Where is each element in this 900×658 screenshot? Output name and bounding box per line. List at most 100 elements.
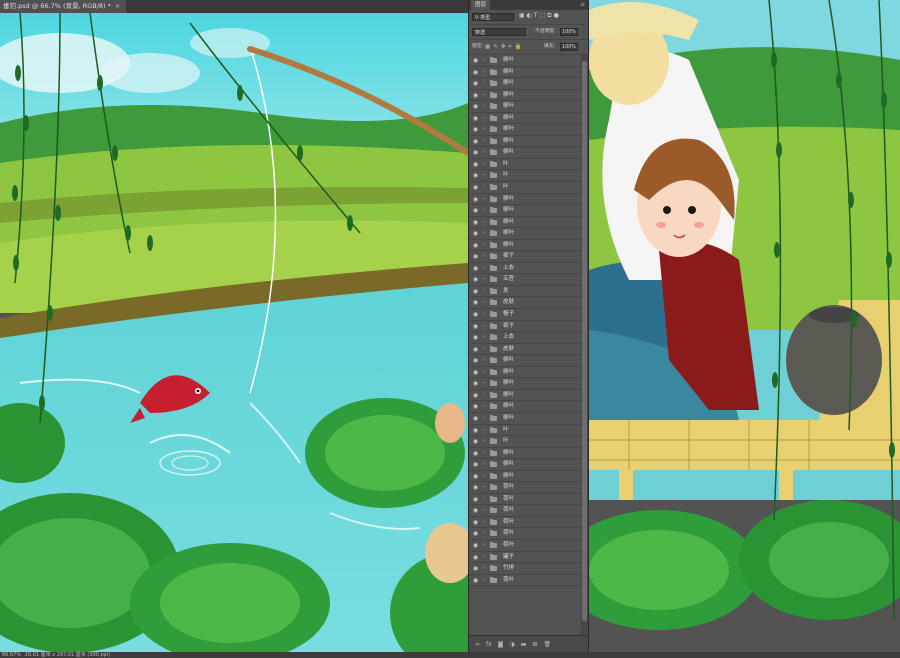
layer-row[interactable]: ◉ › 叶	[469, 170, 581, 183]
eye-icon[interactable]: ◉	[471, 92, 480, 99]
chevron-right-icon[interactable]: ›	[483, 496, 485, 503]
link-layers-icon[interactable]: ∞	[475, 636, 480, 653]
layer-row[interactable]: ◉ › 柳叶	[469, 67, 581, 79]
layer-row[interactable]: ◉ › 叶	[469, 425, 581, 437]
image-filter-icon[interactable]: ▣	[519, 12, 527, 19]
chevron-right-icon[interactable]: ›	[483, 519, 485, 526]
eye-icon[interactable]: ◉	[471, 415, 480, 422]
eye-icon[interactable]: ◉	[471, 288, 480, 295]
opacity-input[interactable]: 100%	[560, 28, 578, 36]
chevron-right-icon[interactable]: ›	[483, 253, 485, 260]
chevron-right-icon[interactable]: ›	[483, 138, 485, 145]
eye-icon[interactable]: ◉	[471, 80, 480, 87]
layers-scroll-thumb[interactable]	[582, 61, 587, 621]
eye-icon[interactable]: ◉	[471, 403, 480, 410]
layer-row[interactable]: ◉ › 柳叶	[469, 78, 581, 90]
chevron-right-icon[interactable]: ›	[483, 323, 485, 330]
new-layer-icon[interactable]: ⊞	[532, 636, 537, 653]
eye-icon[interactable]: ◉	[471, 126, 480, 133]
eye-icon[interactable]: ◉	[471, 346, 480, 353]
eye-icon[interactable]: ◉	[471, 103, 480, 110]
fx-icon[interactable]: fx	[486, 636, 492, 653]
layer-row[interactable]: ◉ › 柳叶	[469, 205, 581, 217]
chevron-right-icon[interactable]: ›	[483, 427, 485, 434]
eye-icon[interactable]: ◉	[471, 242, 480, 249]
chevron-right-icon[interactable]: ›	[483, 577, 485, 584]
eye-icon[interactable]: ◉	[471, 276, 480, 283]
layer-row[interactable]: ◉ › 柳叶	[469, 55, 581, 67]
chevron-right-icon[interactable]: ›	[483, 103, 485, 110]
eye-icon[interactable]: ◉	[471, 138, 480, 145]
eye-icon[interactable]: ◉	[471, 311, 480, 318]
eye-icon[interactable]: ◉	[471, 172, 480, 179]
layer-row[interactable]: ◉ › 荷叶	[469, 540, 581, 552]
layer-row[interactable]: ◉ › 柳叶	[469, 240, 581, 252]
layer-row[interactable]: ◉ › 发	[469, 286, 581, 298]
eye-icon[interactable]: ◉	[471, 57, 480, 64]
blend-mode-select[interactable]: 穿透	[472, 28, 526, 36]
layer-row[interactable]: ◉ › 柳叶	[469, 228, 581, 240]
eye-icon[interactable]: ◉	[471, 484, 480, 491]
layer-row[interactable]: ◉ › 叶	[469, 436, 581, 448]
filter-toggle-icon[interactable]: ●	[554, 12, 561, 19]
lock-paint-icon[interactable]: ✎	[493, 44, 501, 50]
layer-row[interactable]: ◉ › 帽子	[469, 309, 581, 321]
chevron-right-icon[interactable]: ›	[483, 265, 485, 272]
chevron-right-icon[interactable]: ›	[483, 392, 485, 399]
layer-row[interactable]: ◉ › 裤子	[469, 321, 581, 333]
layer-row[interactable]: ◉ › 荷叶	[469, 505, 581, 517]
eye-icon[interactable]: ◉	[471, 577, 480, 584]
eye-icon[interactable]: ◉	[471, 207, 480, 214]
layer-row[interactable]: ◉ › 竹排	[469, 563, 581, 575]
layer-row[interactable]: ◉ › 皮肤	[469, 297, 581, 310]
lock-all-icon[interactable]: 🔒	[515, 44, 525, 50]
chevron-right-icon[interactable]: ›	[483, 357, 485, 364]
layer-row[interactable]: ◉ › 柳叶	[469, 378, 581, 390]
chevron-right-icon[interactable]: ›	[483, 288, 485, 295]
chevron-right-icon[interactable]: ›	[483, 450, 485, 457]
chevron-right-icon[interactable]: ›	[483, 80, 485, 87]
eye-icon[interactable]: ◉	[471, 530, 480, 537]
document-tab[interactable]: 垂钓.psd @ 66.7% (背景, RGB/8) * ×	[0, 0, 127, 13]
layer-row[interactable]: ◉ › 柳叶	[469, 459, 581, 471]
chevron-right-icon[interactable]: ›	[483, 207, 485, 214]
eye-icon[interactable]: ◉	[471, 380, 480, 387]
chevron-right-icon[interactable]: ›	[483, 172, 485, 179]
chevron-right-icon[interactable]: ›	[483, 403, 485, 410]
chevron-right-icon[interactable]: ›	[483, 230, 485, 237]
eye-icon[interactable]: ◉	[471, 369, 480, 376]
delete-layer-icon[interactable]: 🗑	[543, 636, 551, 653]
layer-row[interactable]: ◉ › 柳叶	[469, 448, 581, 460]
layer-row[interactable]: ◉ › 皮肤	[469, 344, 581, 356]
layer-row[interactable]: ◉ › 荷叶	[469, 575, 581, 587]
eye-icon[interactable]: ◉	[471, 219, 480, 226]
chevron-right-icon[interactable]: ›	[483, 484, 485, 491]
eye-icon[interactable]: ◉	[471, 392, 480, 399]
new-group-icon[interactable]: ▬	[521, 636, 527, 653]
eye-icon[interactable]: ◉	[471, 253, 480, 260]
lock-transparent-icon[interactable]: ▦	[485, 44, 493, 50]
chevron-right-icon[interactable]: ›	[483, 184, 485, 191]
eye-icon[interactable]: ◉	[471, 265, 480, 272]
layer-row[interactable]: ◉ › 柳叶	[469, 90, 581, 102]
chevron-right-icon[interactable]: ›	[483, 530, 485, 537]
menu-icon[interactable]: ≡	[580, 0, 585, 10]
chevron-right-icon[interactable]: ›	[483, 149, 485, 156]
layer-row[interactable]: ◉ › 柳叶	[469, 390, 581, 402]
chevron-right-icon[interactable]: ›	[483, 369, 485, 376]
chevron-right-icon[interactable]: ›	[483, 438, 485, 445]
canvas-left[interactable]	[0, 13, 468, 652]
chevron-right-icon[interactable]: ›	[483, 126, 485, 133]
chevron-right-icon[interactable]: ›	[483, 57, 485, 64]
chevron-right-icon[interactable]: ›	[483, 242, 485, 249]
chevron-right-icon[interactable]: ›	[483, 565, 485, 572]
chevron-right-icon[interactable]: ›	[483, 161, 485, 168]
eye-icon[interactable]: ◉	[471, 115, 480, 122]
layer-row[interactable]: ◉ › 五官	[469, 274, 581, 286]
add-mask-icon[interactable]: ◙	[498, 636, 504, 653]
close-icon[interactable]: ×	[115, 2, 120, 10]
chevron-right-icon[interactable]: ›	[483, 276, 485, 283]
eye-icon[interactable]: ◉	[471, 519, 480, 526]
layer-row[interactable]: ◉ › 柳叶	[469, 413, 581, 425]
chevron-right-icon[interactable]: ›	[483, 473, 485, 480]
